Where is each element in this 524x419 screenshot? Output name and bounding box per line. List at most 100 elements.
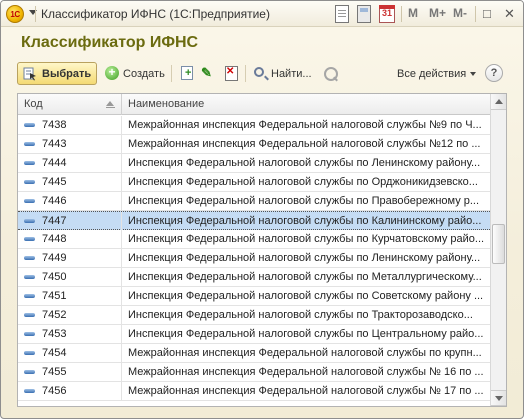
cell-name: Инспекция Федеральной налоговой службы п… bbox=[122, 249, 492, 267]
calendar-icon[interactable]: 31 bbox=[379, 5, 395, 23]
scroll-thumb[interactable] bbox=[492, 224, 505, 264]
toolbar-separator bbox=[171, 65, 172, 82]
name-value: Межрайонная инспекция Федеральной налого… bbox=[128, 366, 484, 378]
cell-code: 7455 bbox=[18, 363, 122, 381]
column-header-name[interactable]: Наименование bbox=[122, 94, 492, 115]
title-separator bbox=[401, 6, 402, 22]
memory-button-m[interactable]: M bbox=[408, 6, 418, 20]
toolbar-separator bbox=[245, 65, 246, 82]
cell-code: 7444 bbox=[18, 154, 122, 172]
cell-name: Инспекция Федеральной налоговой службы п… bbox=[122, 154, 492, 172]
scroll-up-arrow-icon[interactable] bbox=[491, 94, 506, 110]
catalog-item-icon bbox=[24, 237, 35, 241]
table-row[interactable]: 7454 Межрайонная инспекция Федеральной на… bbox=[18, 344, 492, 363]
memory-button-m-plus[interactable]: M+ bbox=[429, 6, 446, 20]
calculator-icon[interactable] bbox=[357, 5, 371, 23]
catalog-item-icon bbox=[24, 142, 35, 146]
code-value: 7438 bbox=[42, 119, 67, 131]
create-button[interactable]: + Создать bbox=[105, 62, 165, 85]
title-bar: 1С Классификатор ИФНС (1С:Предприятие) 3… bbox=[1, 1, 523, 27]
cell-name: Межрайонная инспекция Федеральной налого… bbox=[122, 382, 492, 400]
catalog-item-icon bbox=[24, 370, 35, 374]
cell-name: Инспекция Федеральной налоговой службы п… bbox=[122, 268, 492, 286]
cell-code: 7456 bbox=[18, 382, 122, 400]
column-header-code[interactable]: Код bbox=[18, 94, 122, 115]
scroll-down-arrow-icon[interactable] bbox=[491, 390, 506, 406]
help-button[interactable]: ? bbox=[485, 64, 503, 82]
cell-code: 7438 bbox=[18, 116, 122, 134]
delete-icon[interactable] bbox=[223, 65, 240, 82]
find-label: Найти... bbox=[271, 67, 312, 80]
catalog-item-icon bbox=[24, 199, 35, 203]
table-header: Код Наименование bbox=[18, 94, 492, 115]
cell-code: 7450 bbox=[18, 268, 122, 286]
name-value: Межрайонная инспекция Федеральной налого… bbox=[128, 385, 484, 397]
table-body: 7438 Межрайонная инспекция Федеральной на… bbox=[18, 116, 492, 401]
table-row[interactable]: 7445 Инспекция Федеральной налоговой служ… bbox=[18, 173, 492, 192]
restore-button[interactable]: □ bbox=[483, 6, 491, 21]
cell-code: 7446 bbox=[18, 192, 122, 210]
catalog-item-icon bbox=[24, 351, 35, 355]
cell-name: Инспекция Федеральной налоговой службы п… bbox=[122, 325, 492, 343]
table-row[interactable]: 7449 Инспекция Федеральной налоговой служ… bbox=[18, 249, 492, 268]
cell-code: 7449 bbox=[18, 249, 122, 267]
code-value: 7444 bbox=[42, 157, 67, 169]
copy-icon[interactable] bbox=[179, 65, 196, 82]
name-value: Инспекция Федеральной налоговой службы п… bbox=[128, 157, 481, 169]
cell-code: 7451 bbox=[18, 287, 122, 305]
table-row[interactable]: 7450 Инспекция Федеральной налоговой служ… bbox=[18, 268, 492, 287]
document-icon[interactable] bbox=[335, 5, 349, 23]
table-row[interactable]: 7446 Инспекция Федеральной налоговой служ… bbox=[18, 192, 492, 211]
cell-name: Межрайонная инспекция Федеральной налого… bbox=[122, 344, 492, 362]
select-icon bbox=[23, 67, 36, 81]
form-title: Классификатор ИФНС bbox=[21, 34, 199, 51]
table-row[interactable]: 7455 Межрайонная инспекция Федеральной на… bbox=[18, 363, 492, 382]
catalog-item-icon bbox=[24, 219, 35, 223]
app-logo[interactable]: 1С bbox=[6, 5, 24, 23]
table-row[interactable]: 7444 Инспекция Федеральной налоговой служ… bbox=[18, 154, 492, 173]
code-value: 7450 bbox=[42, 271, 67, 283]
cell-name: Инспекция Федеральной налоговой службы п… bbox=[122, 230, 492, 248]
catalog-item-icon bbox=[24, 313, 35, 317]
cell-code: 7445 bbox=[18, 173, 122, 191]
memory-button-m-minus[interactable]: M- bbox=[453, 6, 467, 20]
code-value: 7456 bbox=[42, 385, 67, 397]
app-window: 1С Классификатор ИФНС (1С:Предприятие) 3… bbox=[0, 0, 524, 419]
catalog-item-icon bbox=[24, 294, 35, 298]
vertical-scrollbar[interactable] bbox=[490, 94, 506, 406]
table-row[interactable]: 7451 Инспекция Федеральной налоговой служ… bbox=[18, 287, 492, 306]
cancel-search-icon[interactable] bbox=[323, 65, 340, 82]
cell-code: 7443 bbox=[18, 135, 122, 153]
name-value: Инспекция Федеральной налоговой службы п… bbox=[128, 195, 480, 207]
name-value: Инспекция Федеральной налоговой службы п… bbox=[128, 309, 473, 321]
table-row[interactable]: 7447 Инспекция Федеральной налоговой служ… bbox=[18, 211, 492, 230]
close-button[interactable]: ✕ bbox=[504, 6, 515, 22]
name-value: Межрайонная инспекция Федеральной налого… bbox=[128, 119, 482, 131]
sort-ascending-icon bbox=[106, 101, 115, 108]
code-value: 7447 bbox=[42, 215, 67, 227]
all-actions-button[interactable]: Все действия bbox=[397, 62, 477, 85]
table-row[interactable]: 7453 Инспекция Федеральной налоговой служ… bbox=[18, 325, 492, 344]
edit-icon[interactable]: ✎ bbox=[201, 65, 218, 82]
table-row[interactable]: 7438 Межрайонная инспекция Федеральной на… bbox=[18, 116, 492, 135]
table-row[interactable]: 7443 Межрайонная инспекция Федеральной на… bbox=[18, 135, 492, 154]
ifns-table[interactable]: Код Наименование 7438 Межрайонная инспекц… bbox=[17, 93, 507, 407]
catalog-item-icon bbox=[24, 256, 35, 260]
title-separator bbox=[475, 6, 476, 22]
table-row[interactable]: 7448 Инспекция Федеральной налоговой служ… bbox=[18, 230, 492, 249]
cell-code: 7448 bbox=[18, 230, 122, 248]
table-row[interactable]: 7452 Инспекция Федеральной налоговой служ… bbox=[18, 306, 492, 325]
create-label: Создать bbox=[123, 67, 165, 80]
name-value: Межрайонная инспекция Федеральной налого… bbox=[128, 347, 482, 359]
cell-code: 7452 bbox=[18, 306, 122, 324]
name-value: Инспекция Федеральной налоговой службы п… bbox=[128, 271, 482, 283]
code-value: 7446 bbox=[42, 195, 67, 207]
cell-name: Межрайонная инспекция Федеральной налого… bbox=[122, 116, 492, 134]
toolbar: Выбрать + Создать ✎ Найти... Все действи… bbox=[17, 62, 507, 86]
table-row[interactable]: 7456 Межрайонная инспекция Федеральной на… bbox=[18, 382, 492, 401]
select-button[interactable]: Выбрать bbox=[17, 62, 97, 85]
code-value: 7453 bbox=[42, 328, 67, 340]
name-value: Инспекция Федеральной налоговой службы п… bbox=[128, 176, 478, 188]
find-button[interactable]: Найти... bbox=[253, 62, 312, 85]
name-value: Инспекция Федеральной налоговой службы п… bbox=[128, 215, 482, 227]
